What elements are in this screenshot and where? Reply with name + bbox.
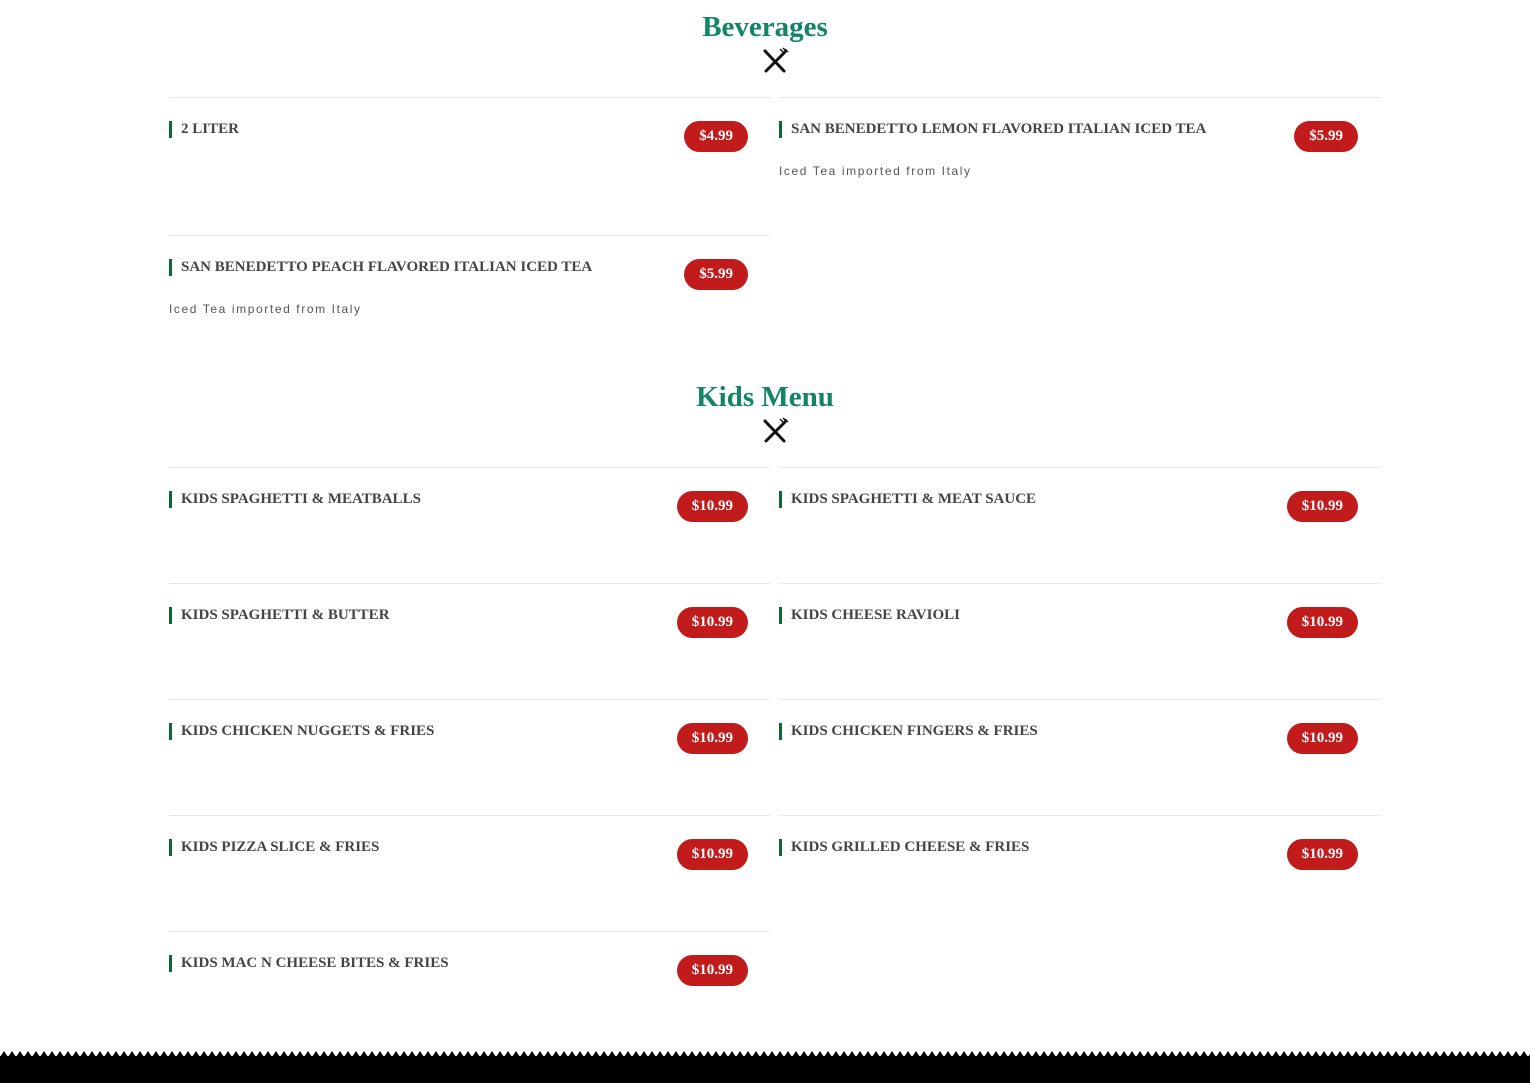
menu-item[interactable]: KIDS PIZZA SLICE & FRIES $10.99 xyxy=(169,815,771,931)
price-badge: $10.99 xyxy=(1286,607,1358,638)
cutlery-icon xyxy=(763,417,789,443)
menu-item[interactable]: 2 LITER $4.99 xyxy=(169,97,771,235)
menu-item-name: KIDS SPAGHETTI & BUTTER xyxy=(169,607,390,624)
price-badge: $10.99 xyxy=(676,491,748,522)
menu-item[interactable]: KIDS SPAGHETTI & MEAT SAUCE $10.99 xyxy=(779,467,1381,583)
menu-item[interactable]: KIDS GRILLED CHEESE & FRIES $10.99 xyxy=(779,815,1381,931)
price-badge: $10.99 xyxy=(676,607,748,638)
price-badge: $10.99 xyxy=(676,839,748,870)
menu-item-name: KIDS SPAGHETTI & MEAT SAUCE xyxy=(779,491,1036,508)
menu-item-name: 2 LITER xyxy=(169,121,239,138)
menu-item-name: KIDS MAC N CHEESE BITES & FRIES xyxy=(169,955,449,972)
menu-item[interactable]: KIDS SPAGHETTI & MEATBALLS $10.99 xyxy=(169,467,771,583)
menu-item-name: SAN BENEDETTO LEMON FLAVORED ITALIAN ICE… xyxy=(779,121,1206,138)
menu-item[interactable]: SAN BENEDETTO LEMON FLAVORED ITALIAN ICE… xyxy=(779,97,1381,235)
menu-item-name: KIDS GRILLED CHEESE & FRIES xyxy=(779,839,1029,856)
section-title-kids-menu: Kids Menu xyxy=(696,381,834,413)
menu-item[interactable]: KIDS MAC N CHEESE BITES & FRIES $10.99 xyxy=(169,931,771,1031)
price-badge: $10.99 xyxy=(676,955,748,986)
menu-item-description: Iced Tea imported from Italy xyxy=(779,164,972,178)
price-badge: $10.99 xyxy=(676,723,748,754)
menu-item-name: KIDS PIZZA SLICE & FRIES xyxy=(169,839,379,856)
price-badge: $10.99 xyxy=(1286,491,1358,522)
footer-band xyxy=(0,1051,1530,1083)
section-title-beverages: Beverages xyxy=(702,11,828,43)
menu-item-name: KIDS CHICKEN NUGGETS & FRIES xyxy=(169,723,434,740)
menu-item[interactable]: KIDS CHICKEN FINGERS & FRIES $10.99 xyxy=(779,699,1381,815)
menu-item-name: SAN BENEDETTO PEACH FLAVORED ITALIAN ICE… xyxy=(169,259,592,276)
menu-item-description: Iced Tea imported from Italy xyxy=(169,302,362,316)
cutlery-icon xyxy=(763,47,789,73)
price-badge: $10.99 xyxy=(1286,839,1358,870)
price-badge: $4.99 xyxy=(684,121,748,152)
menu-item-name: KIDS CHEESE RAVIOLI xyxy=(779,607,960,624)
price-badge: $5.99 xyxy=(1294,121,1358,152)
menu-item[interactable]: KIDS CHEESE RAVIOLI $10.99 xyxy=(779,583,1381,699)
menu-item-name: KIDS SPAGHETTI & MEATBALLS xyxy=(169,491,421,508)
menu-item-name: KIDS CHICKEN FINGERS & FRIES xyxy=(779,723,1038,740)
menu-item[interactable]: SAN BENEDETTO PEACH FLAVORED ITALIAN ICE… xyxy=(169,235,771,345)
menu-item[interactable]: KIDS SPAGHETTI & BUTTER $10.99 xyxy=(169,583,771,699)
price-badge: $10.99 xyxy=(1286,723,1358,754)
price-badge: $5.99 xyxy=(684,259,748,290)
menu-item[interactable]: KIDS CHICKEN NUGGETS & FRIES $10.99 xyxy=(169,699,771,815)
